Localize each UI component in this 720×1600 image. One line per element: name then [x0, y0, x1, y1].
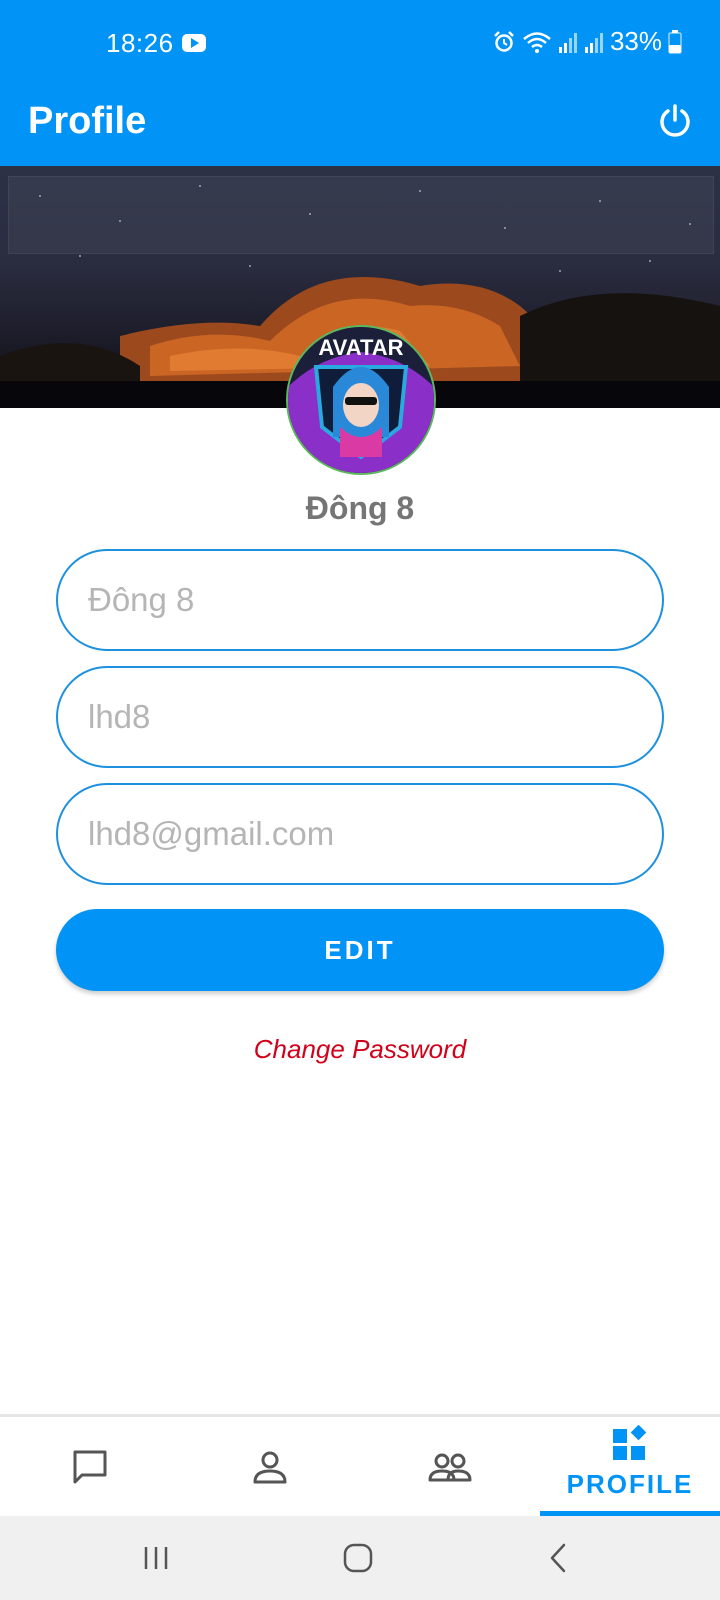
- change-password-link[interactable]: Change Password: [0, 1034, 720, 1065]
- status-bar: 18:26 33%: [0, 0, 720, 86]
- page-title: Profile: [28, 100, 147, 142]
- nav-item-contacts[interactable]: [180, 1417, 360, 1516]
- chat-icon: [73, 1450, 107, 1483]
- dashboard-icon: [613, 1425, 647, 1460]
- status-icons: 33%: [492, 26, 682, 57]
- home-button[interactable]: [336, 1536, 380, 1580]
- full-name-input[interactable]: [86, 580, 662, 620]
- email-input[interactable]: [86, 814, 662, 854]
- youtube-icon: [182, 34, 206, 52]
- nav-profile-label: PROFILE: [566, 1469, 694, 1499]
- full-name-field[interactable]: [56, 549, 664, 651]
- status-time: 18:26: [106, 28, 174, 58]
- back-button[interactable]: [536, 1536, 580, 1580]
- recents-button[interactable]: [134, 1536, 178, 1580]
- alarm-icon: [494, 30, 514, 52]
- display-name: Đông 8: [305, 490, 415, 526]
- system-nav-bar: [0, 1516, 720, 1600]
- back-icon: [550, 1543, 566, 1573]
- group-icon: [428, 1453, 472, 1481]
- avatar[interactable]: AVATAR: [286, 325, 436, 475]
- avatar-logo-text: AVATAR: [318, 335, 403, 360]
- nav-item-chats[interactable]: [0, 1417, 180, 1516]
- nav-item-profile[interactable]: PROFILE: [540, 1417, 720, 1516]
- power-icon: [660, 104, 690, 137]
- logout-button[interactable]: [650, 96, 700, 146]
- username-input[interactable]: [86, 697, 662, 737]
- battery-percent: 33%: [609, 26, 662, 56]
- recents-icon: [144, 1547, 168, 1569]
- battery-icon: [668, 29, 682, 54]
- app-bar: Profile: [0, 86, 720, 166]
- bottom-nav: PROFILE: [0, 1414, 720, 1516]
- email-field[interactable]: [56, 783, 664, 885]
- edit-button[interactable]: EDIT: [56, 909, 664, 991]
- person-icon: [253, 1451, 287, 1483]
- signal-icon: [558, 32, 577, 53]
- wifi-icon: [523, 31, 551, 53]
- nav-item-groups[interactable]: [360, 1417, 540, 1516]
- signal-icon: [584, 32, 603, 53]
- home-icon: [343, 1543, 373, 1573]
- username-field[interactable]: [56, 666, 664, 768]
